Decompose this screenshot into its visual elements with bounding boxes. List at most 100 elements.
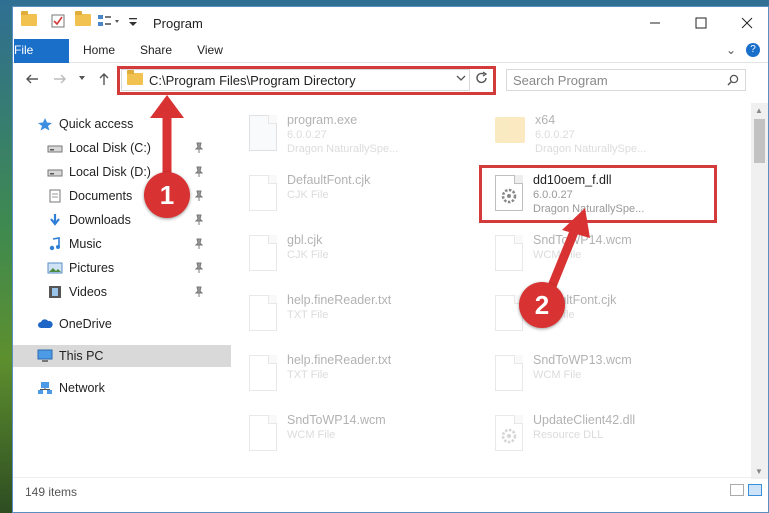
file-name: DefaultFont.cjk xyxy=(287,173,371,187)
file-item[interactable]: x64 6.0.0.27 Dragon NaturallySpe... xyxy=(487,107,727,163)
scroll-down-icon[interactable]: ▼ xyxy=(755,467,763,476)
maximize-button[interactable] xyxy=(678,7,724,39)
file-detail: WCM File xyxy=(533,369,582,381)
item-count: 149 items xyxy=(25,485,78,499)
status-bar: 149 items xyxy=(13,477,768,504)
network-icon xyxy=(37,381,53,395)
large-icons-view-icon[interactable] xyxy=(748,484,762,496)
file-item[interactable]: DefaultFont.cjk CJK File xyxy=(241,167,481,223)
file-list: program.exe 6.0.0.27 Dragon NaturallySpe..… xyxy=(213,103,743,478)
sidebar-item-pictures[interactable]: Pictures xyxy=(13,257,207,279)
pictures-icon xyxy=(47,261,63,275)
file-name: x64 xyxy=(535,113,556,127)
sidebar-item-label: Network xyxy=(59,381,105,395)
back-icon[interactable] xyxy=(25,72,39,89)
cloud-icon xyxy=(37,317,53,331)
recent-locations-icon[interactable] xyxy=(77,70,87,87)
pin-icon[interactable] xyxy=(194,166,204,181)
tab-home[interactable]: Home xyxy=(73,39,125,62)
address-bar[interactable]: C:\Program Files\Program Directory xyxy=(121,69,470,91)
file-name: UpdateClient42.dll xyxy=(533,413,636,427)
view-options-icon[interactable] xyxy=(97,14,123,28)
download-icon xyxy=(47,213,63,227)
file-detail: TXT File xyxy=(287,309,329,321)
sidebar-item-onedrive[interactable]: OneDrive xyxy=(13,313,197,335)
computer-icon xyxy=(37,349,53,363)
file-item[interactable]: help.fineReader.txt TXT File xyxy=(241,287,481,343)
address-dropdown-icon[interactable] xyxy=(456,71,466,88)
sidebar-item-label: Local Disk (C:) xyxy=(69,141,151,155)
properties-icon[interactable] xyxy=(51,14,65,28)
sidebar-item-label: Pictures xyxy=(69,261,115,275)
sidebar-item-label: Music xyxy=(69,237,102,251)
videos-icon xyxy=(47,285,63,299)
step-badge-2: 2 xyxy=(519,282,565,328)
file-icon xyxy=(487,347,533,403)
expand-ribbon-icon[interactable]: ⌄ xyxy=(726,43,736,57)
explorer-window: Program File Home Share View ⌄ ? C:\Prog… xyxy=(12,6,769,513)
file-detail: 6.0.0.27 xyxy=(533,189,573,201)
tab-share[interactable]: Share xyxy=(131,39,181,62)
music-icon xyxy=(47,237,63,251)
tab-view[interactable]: View xyxy=(187,39,233,62)
file-description: Dragon NaturallySpe... xyxy=(287,143,399,155)
minimize-button[interactable] xyxy=(632,7,678,39)
file-item[interactable]: SndToWP13.wcm WCM File xyxy=(487,347,727,403)
file-item[interactable]: SndToWP14.wcm WCM File xyxy=(487,227,727,283)
dll-gear-icon xyxy=(487,407,533,463)
file-name: SndToWP14.wcm xyxy=(533,233,632,247)
scroll-up-icon[interactable]: ▲ xyxy=(755,106,763,115)
file-icon xyxy=(241,287,287,343)
file-item-dd10oem-dll[interactable]: dd10oem_f.dll 6.0.0.27 Dragon NaturallySpe… xyxy=(487,167,727,223)
pin-icon[interactable] xyxy=(194,190,204,205)
sidebar-item-label: This PC xyxy=(59,349,104,363)
search-box[interactable]: Search Program xyxy=(506,69,746,91)
sidebar-item-label: Documents xyxy=(69,189,133,203)
file-detail: WCM File xyxy=(287,429,336,441)
file-item[interactable]: program.exe 6.0.0.27 Dragon NaturallySpe..… xyxy=(241,107,481,163)
file-detail: WCM File xyxy=(533,249,582,261)
address-folder-icon xyxy=(127,69,143,88)
sidebar-item-local-disk-c[interactable]: Local Disk (C:) xyxy=(13,137,207,159)
forward-icon[interactable] xyxy=(53,72,67,89)
navigation-bar: C:\Program Files\Program Directory Searc… xyxy=(13,63,768,97)
file-name: SndToWP13.wcm xyxy=(533,353,632,367)
file-item[interactable]: gbl.cjk CJK File xyxy=(241,227,481,283)
file-description: Dragon NaturallySpe... xyxy=(535,143,647,155)
refresh-icon[interactable] xyxy=(475,70,489,89)
file-icon xyxy=(241,347,287,403)
file-icon xyxy=(241,227,287,283)
file-icon xyxy=(241,167,287,223)
sidebar-item-music[interactable]: Music xyxy=(13,233,207,255)
up-icon[interactable] xyxy=(97,72,111,89)
file-item[interactable]: SndToWP14.wcm WCM File xyxy=(241,407,481,463)
vertical-scrollbar[interactable]: ▲ ▼ xyxy=(751,103,768,479)
address-path: C:\Program Files\Program Directory xyxy=(149,72,356,88)
minimize-icon xyxy=(650,22,660,24)
file-item[interactable]: help.fineReader.txt TXT File xyxy=(241,347,481,403)
sidebar-item-network[interactable]: Network xyxy=(13,377,197,399)
sidebar-item-quick-access[interactable]: Quick access xyxy=(13,113,197,135)
help-icon[interactable]: ? xyxy=(746,43,760,57)
new-folder-icon[interactable] xyxy=(75,11,91,26)
pin-icon[interactable] xyxy=(194,286,204,301)
pin-icon[interactable] xyxy=(194,142,204,157)
sidebar-item-videos[interactable]: Videos xyxy=(13,281,207,303)
file-item[interactable]: UpdateClient42.dll Resource DLL xyxy=(487,407,727,463)
pin-icon[interactable] xyxy=(194,238,204,253)
sidebar-item-this-pc[interactable]: This PC xyxy=(13,345,231,367)
file-detail: CJK File xyxy=(287,189,329,201)
ribbon: File Home Share View ⌄ ? xyxy=(13,39,768,95)
folder-icon xyxy=(21,11,37,26)
scroll-thumb[interactable] xyxy=(754,119,765,163)
customize-toolbar-icon[interactable] xyxy=(128,14,138,28)
file-description: Dragon NaturallySpe... xyxy=(533,203,645,215)
window-title: Program xyxy=(153,16,203,31)
drive-icon xyxy=(47,165,63,179)
details-view-icon[interactable] xyxy=(730,484,744,496)
close-button[interactable] xyxy=(724,7,768,39)
file-icon xyxy=(241,407,287,463)
search-icon xyxy=(727,74,739,86)
pin-icon[interactable] xyxy=(194,262,204,277)
pin-icon[interactable] xyxy=(194,214,204,229)
